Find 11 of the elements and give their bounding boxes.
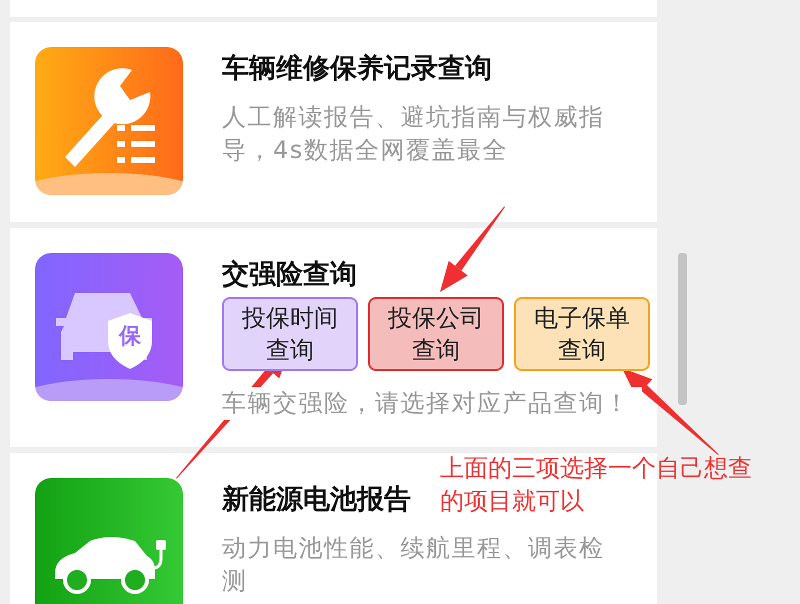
item-title: 新能源电池报告	[222, 483, 411, 517]
item-title: 交强险查询	[222, 258, 357, 292]
item-description: 车辆交强险，请选择对应产品查询！	[222, 387, 642, 420]
car-shield-icon	[35, 253, 183, 401]
annotation-text: 上面的三项选择一个自己想查的项目就可以	[440, 453, 753, 517]
shield-text: 保	[119, 325, 141, 349]
option-button[interactable]: 电子保单查询	[514, 297, 650, 371]
option-button[interactable]: 投保公司查询	[368, 297, 504, 371]
option-button[interactable]: 投保时间查询	[222, 297, 358, 371]
wrench-list-icon	[35, 47, 183, 195]
item-title: 车辆维修保养记录查询	[222, 52, 492, 86]
